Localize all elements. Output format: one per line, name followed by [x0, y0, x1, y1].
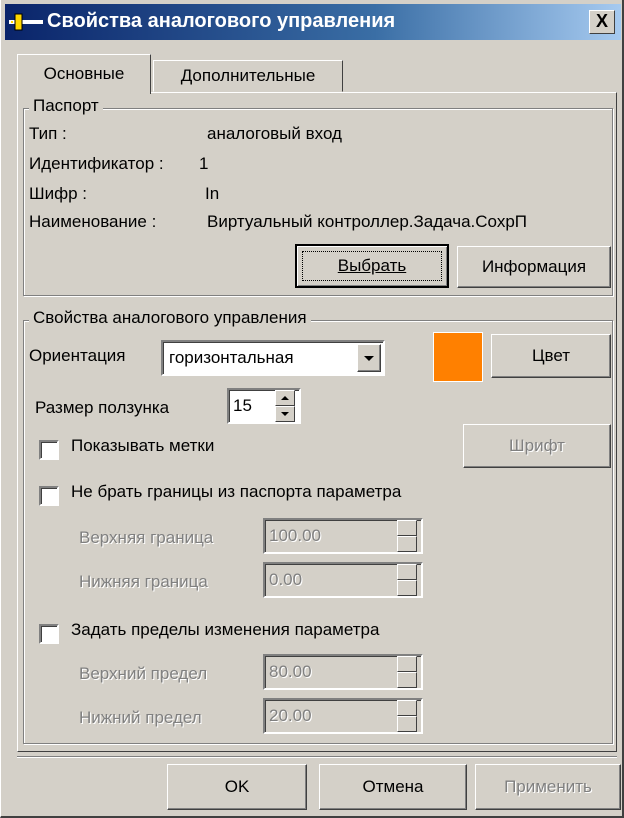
show-marks-checkbox[interactable] — [39, 440, 59, 460]
type-label: Тип : — [29, 124, 67, 143]
upper-limit-up — [397, 656, 417, 672]
font-button: Шрифт — [463, 424, 611, 468]
apply-button-label: Применить — [504, 777, 592, 796]
code-label: Шифр : — [29, 184, 87, 203]
orientation-label: Ориентация — [29, 346, 126, 365]
lower-bound-up — [397, 564, 417, 580]
upper-limit-label: Верхний предел — [79, 664, 208, 683]
orientation-dropdown-button[interactable] — [357, 344, 381, 372]
lower-bound-label: Нижняя граница — [79, 572, 208, 591]
lower-bound-value: 0.00 — [269, 570, 303, 589]
upper-bound-up — [397, 520, 417, 536]
lower-limit-down — [397, 716, 417, 732]
ok-button-label: OK — [224, 777, 250, 796]
no-bounds-label[interactable]: Не брать границы из паспорта параметра — [71, 482, 401, 502]
select-button[interactable]: Выбрать — [295, 244, 449, 288]
info-button-label: Информация — [481, 257, 587, 276]
slider-size-up[interactable] — [275, 390, 295, 406]
tab-additional[interactable]: Дополнительные — [153, 60, 343, 92]
ok-button[interactable]: OK — [167, 764, 307, 810]
lower-limit-label: Нижний предел — [79, 708, 202, 727]
cancel-button-label: Отмена — [362, 777, 424, 796]
dialog-window: Свойства аналогового управления X Основн… — [0, 0, 624, 818]
code-value: In — [205, 184, 220, 203]
select-button-focus — [302, 251, 442, 281]
slider-size-spinner[interactable] — [275, 390, 295, 422]
no-bounds-checkbox[interactable] — [39, 486, 59, 506]
info-button[interactable]: Информация — [457, 246, 611, 288]
upper-limit-value: 80.00 — [269, 662, 312, 681]
orientation-value: горизонтальная — [169, 348, 294, 367]
passport-group-title: Паспорт — [29, 96, 103, 116]
close-icon: X — [595, 11, 608, 31]
upper-bound-spinner — [397, 520, 417, 552]
lower-limit-value: 20.00 — [269, 706, 312, 725]
title-bar[interactable]: Свойства аналогового управления X — [5, 4, 621, 40]
tab-additional-label: Дополнительные — [180, 66, 316, 85]
color-button-label: Цвет — [531, 346, 571, 365]
chevron-down-icon — [364, 356, 374, 361]
type-value: аналоговый вход — [207, 124, 342, 143]
close-button[interactable]: X — [589, 10, 615, 34]
lower-bound-spinner — [397, 564, 417, 596]
font-button-label: Шрифт — [509, 436, 565, 455]
upper-bound-value: 100.00 — [269, 526, 321, 545]
analog-control-icon — [9, 13, 43, 31]
apply-button: Применить — [475, 764, 621, 810]
upper-bound-label: Верхняя граница — [79, 528, 214, 547]
upper-bound-down — [397, 536, 417, 552]
lower-limit-up — [397, 700, 417, 716]
arrow-up-icon — [281, 396, 289, 400]
analog-group-title: Свойства аналогового управления — [29, 308, 311, 328]
orientation-select[interactable]: горизонтальная — [161, 340, 385, 376]
window-title: Свойства аналогового управления — [47, 10, 396, 32]
tab-main-label: Основные — [43, 64, 125, 83]
set-limits-checkbox[interactable] — [39, 624, 59, 644]
upper-limit-down — [397, 672, 417, 688]
slider-size-label: Размер ползунка — [35, 398, 170, 417]
slider-size-down[interactable] — [275, 406, 295, 422]
arrow-down-icon — [281, 412, 289, 416]
lower-bound-down — [397, 580, 417, 596]
name-value: Виртуальный контроллер.Задача.СохрП — [207, 212, 527, 231]
tab-main[interactable]: Основные — [17, 54, 151, 94]
cancel-button[interactable]: Отмена — [319, 764, 467, 810]
set-limits-label[interactable]: Задать пределы изменения параметра — [71, 620, 379, 640]
show-marks-label[interactable]: Показывать метки — [71, 436, 214, 456]
name-label: Наименование : — [29, 212, 157, 231]
footer-divider — [17, 756, 617, 758]
id-label: Идентификатор : — [29, 154, 164, 173]
upper-limit-spinner — [397, 656, 417, 688]
id-value: 1 — [199, 154, 209, 173]
slider-size-value: 15 — [233, 396, 252, 415]
color-swatch — [433, 332, 483, 382]
color-button[interactable]: Цвет — [491, 334, 611, 378]
lower-limit-spinner — [397, 700, 417, 732]
